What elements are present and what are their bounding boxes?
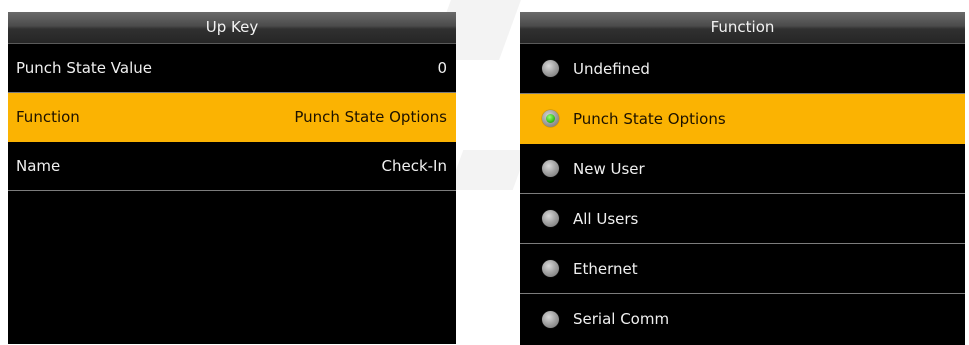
- watermark-shape: [448, 150, 528, 190]
- row-value: Punch State Options: [294, 108, 447, 126]
- option-label: New User: [573, 159, 645, 178]
- radio-unselected-icon[interactable]: [542, 160, 559, 177]
- option-undefined[interactable]: Undefined: [520, 44, 965, 94]
- radio-unselected-icon[interactable]: [542, 60, 559, 77]
- panel-title: Function: [520, 12, 965, 44]
- option-label: All Users: [573, 209, 639, 228]
- row-value: 0: [437, 59, 447, 77]
- radio-unselected-icon[interactable]: [542, 210, 559, 227]
- row-label: Punch State Value: [16, 59, 152, 77]
- page: Up Key Punch State Value 0 Function Punc…: [0, 0, 969, 345]
- option-label: Punch State Options: [573, 109, 726, 128]
- name-row[interactable]: Name Check-In: [8, 142, 456, 191]
- up-key-panel: Up Key Punch State Value 0 Function Punc…: [8, 12, 456, 344]
- option-all-users[interactable]: All Users: [520, 194, 965, 244]
- option-punch-state-options[interactable]: Punch State Options: [520, 94, 965, 144]
- option-serial-comm[interactable]: Serial Comm: [520, 294, 965, 344]
- option-new-user[interactable]: New User: [520, 144, 965, 194]
- option-ethernet[interactable]: Ethernet: [520, 244, 965, 294]
- row-label: Function: [16, 108, 80, 126]
- option-label: Serial Comm: [573, 310, 670, 328]
- row-label: Name: [16, 157, 61, 175]
- option-label: Ethernet: [573, 259, 638, 278]
- punch-state-value-row[interactable]: Punch State Value 0: [8, 44, 456, 93]
- function-row[interactable]: Function Punch State Options: [8, 93, 456, 142]
- radio-unselected-icon[interactable]: [542, 310, 559, 328]
- radio-unselected-icon[interactable]: [542, 260, 559, 277]
- row-value: Check-In: [381, 157, 448, 175]
- function-panel: Function Undefined Punch State Options N…: [520, 12, 965, 345]
- panel-title: Up Key: [8, 12, 456, 44]
- option-label: Undefined: [573, 59, 650, 78]
- radio-selected-icon[interactable]: [542, 110, 559, 127]
